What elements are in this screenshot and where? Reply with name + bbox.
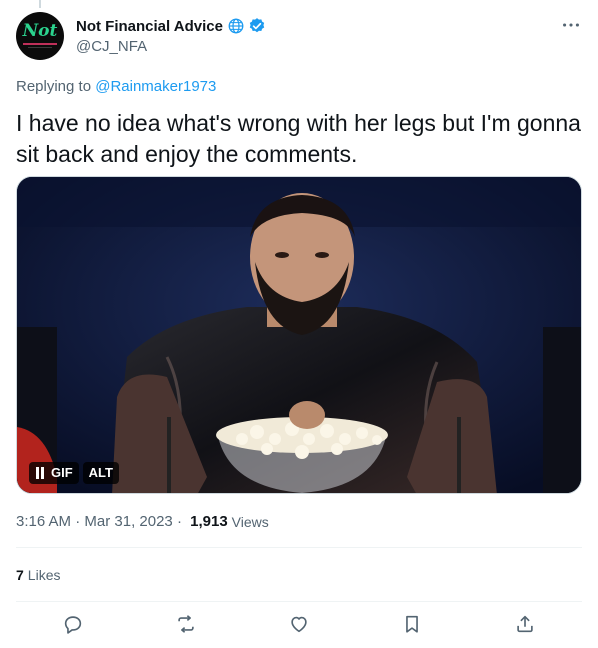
- media-badges: GIF ALT: [29, 462, 119, 484]
- tweet-meta: 3:16 AM · Mar 31, 2023 · 1,913 Views: [16, 513, 269, 530]
- share-icon[interactable]: [514, 613, 536, 635]
- tweet-date[interactable]: Mar 31, 2023: [84, 513, 172, 530]
- tweet-text: I have no idea what's wrong with her leg…: [16, 110, 581, 167]
- gif-media[interactable]: GIF ALT: [16, 176, 582, 494]
- like-icon[interactable]: [288, 613, 310, 635]
- tweet-time[interactable]: 3:16 AM: [16, 513, 71, 530]
- meta-separator: ·: [71, 513, 85, 530]
- more-icon[interactable]: [560, 14, 582, 36]
- verified-badge-icon[interactable]: [248, 17, 266, 35]
- avatar-logo-underline: [23, 43, 57, 45]
- gif-frame-image: [17, 177, 581, 493]
- pause-icon: [35, 467, 45, 479]
- reply-icon[interactable]: [62, 613, 84, 635]
- divider: [16, 601, 582, 602]
- meta-separator-2: ·: [172, 513, 187, 530]
- likes-label: Likes: [27, 567, 61, 583]
- likes-stat[interactable]: 7 Likes: [16, 567, 60, 583]
- likes-count: 7: [16, 567, 24, 583]
- replying-prefix: Replying to: [16, 78, 92, 95]
- reply-to-link[interactable]: @Rainmaker1973: [95, 78, 216, 95]
- retweet-icon[interactable]: [175, 613, 197, 635]
- globe-icon: [228, 18, 244, 34]
- replying-to: Replying to @Rainmaker1973: [16, 78, 216, 95]
- display-name[interactable]: Not Financial Advice: [76, 18, 223, 35]
- gif-label: GIF: [51, 465, 73, 480]
- avatar-logo-subtext: [28, 47, 52, 48]
- bookmark-icon[interactable]: [401, 613, 423, 635]
- gif-play-toggle[interactable]: GIF: [29, 462, 79, 484]
- avatar[interactable]: Not: [16, 12, 64, 60]
- thread-connector-line: [39, 0, 41, 8]
- alt-button[interactable]: ALT: [82, 462, 119, 484]
- views-count: 1,913: [190, 513, 228, 530]
- tweet-header: Not Not Financial Advice @CJ_NFA: [16, 12, 582, 62]
- avatar-logo-text: Not: [22, 21, 58, 41]
- author-info: Not Financial Advice @CJ_NFA: [76, 16, 266, 55]
- action-bar: [16, 603, 582, 647]
- handle[interactable]: @CJ_NFA: [76, 38, 266, 55]
- views-label: Views: [231, 513, 269, 530]
- divider: [16, 547, 582, 548]
